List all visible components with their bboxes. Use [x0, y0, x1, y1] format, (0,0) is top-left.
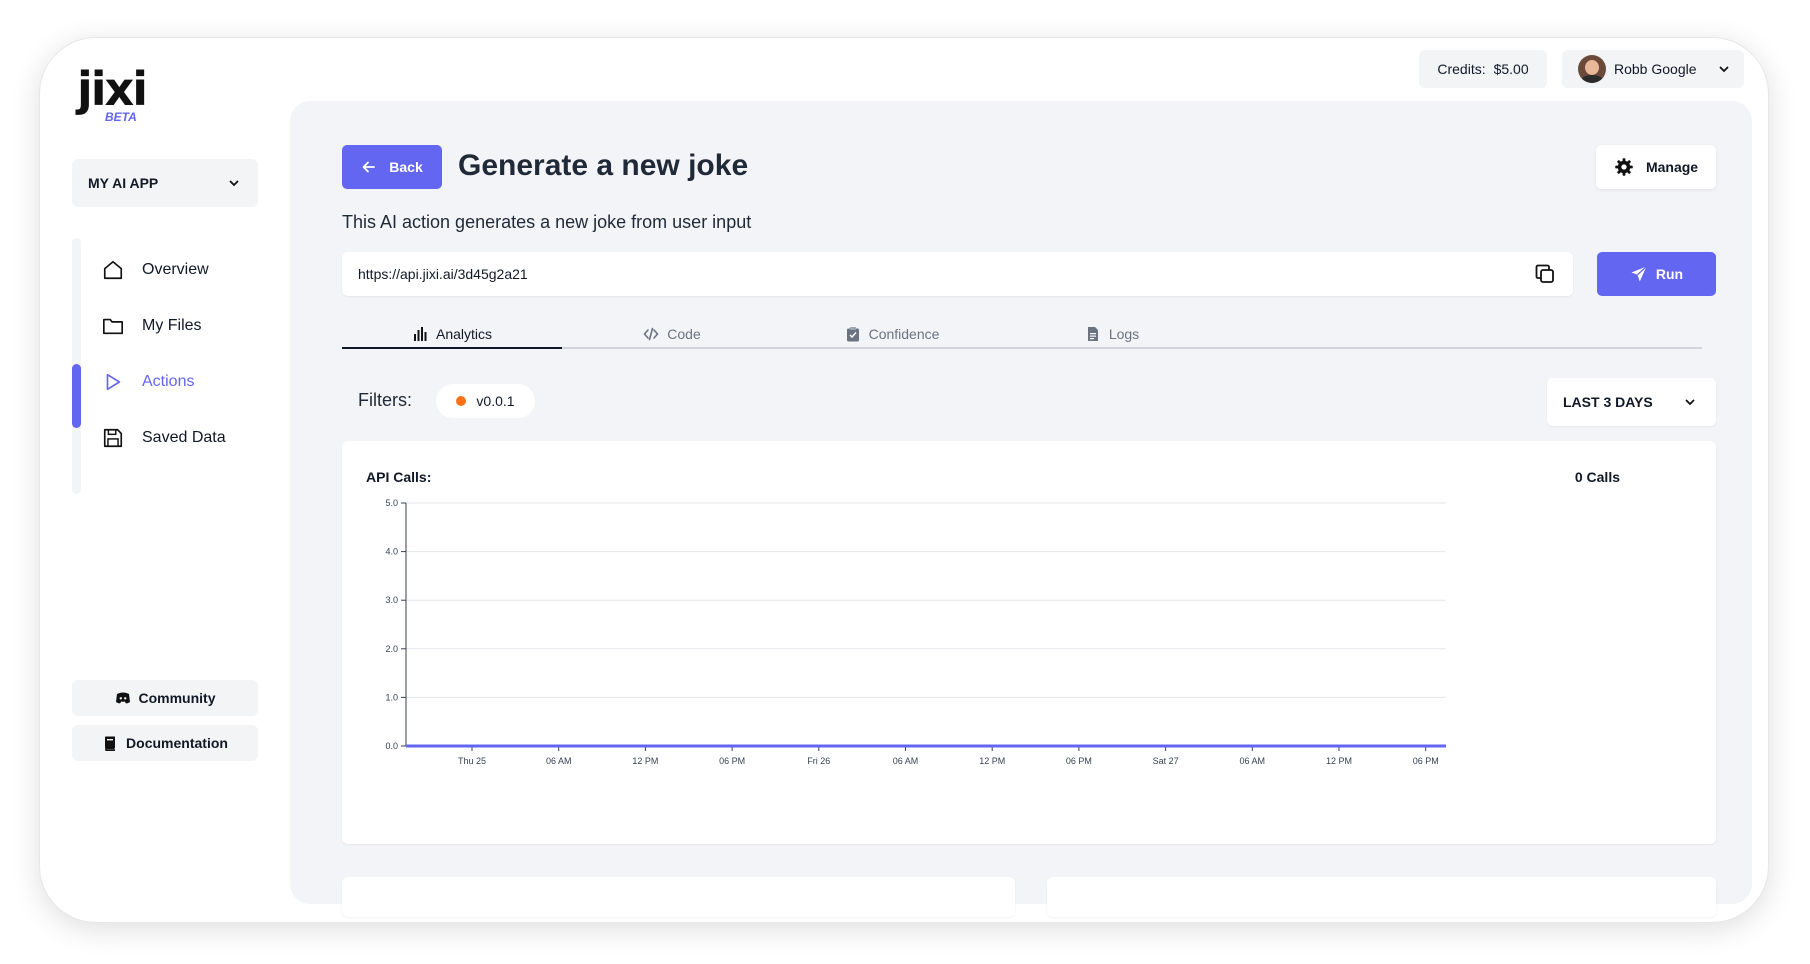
sidebar-item-saved-data[interactable]: Saved Data	[102, 418, 226, 458]
home-icon	[103, 260, 123, 280]
y-tick-label: 0.0	[385, 741, 398, 751]
x-tick-label: Thu 25	[458, 756, 486, 766]
active-tab-underline	[342, 347, 562, 349]
chart-plot: 5.0 4.0 3.0 2.0 1.0 0.0 Thu 25 06 AM 12 PM 06 PM F…	[385, 498, 1447, 766]
version-dot	[456, 396, 467, 406]
credits-value: $5.00	[1493, 61, 1529, 77]
copy-icon[interactable]	[1533, 262, 1557, 286]
version-label: v0.0.1	[476, 393, 515, 409]
sidebar-item-label: Overview	[142, 261, 209, 278]
sidebar-item-actions[interactable]: Actions	[102, 362, 194, 402]
credits-label: Credits:	[1437, 61, 1486, 77]
credits-badge: Credits: $5.00	[1419, 50, 1547, 88]
version-filter-chip[interactable]: v0.0.1	[436, 384, 535, 418]
y-tick-label: 1.0	[385, 692, 398, 702]
run-label: Run	[1655, 266, 1684, 282]
code-icon	[643, 327, 659, 341]
nav-active-indicator	[72, 364, 81, 428]
arrow-left-icon	[362, 161, 376, 173]
sidebar-item-overview[interactable]: Overview	[102, 250, 209, 290]
user-name: Robb Google	[1614, 61, 1697, 77]
chevron-down-icon	[1719, 66, 1729, 73]
sidebar-item-my-files[interactable]: My Files	[102, 306, 202, 346]
tab-analytics[interactable]: Analytics	[342, 319, 562, 349]
x-tick-label: Sat 27	[1153, 756, 1179, 766]
sidebar-item-label: Actions	[142, 373, 195, 390]
tab-logs[interactable]: Logs	[1002, 319, 1222, 349]
y-tick-label: 4.0	[385, 547, 398, 557]
clipboard-icon	[846, 327, 859, 342]
avatar	[1578, 55, 1606, 83]
documentation-label: Documentation	[126, 735, 228, 751]
tab-label: Logs	[1108, 326, 1140, 342]
app-selector-label: MY AI APP	[88, 175, 159, 191]
discord-icon	[115, 692, 130, 704]
x-tick-label: 12 PM	[632, 756, 658, 766]
sidebar-item-label: Saved Data	[142, 429, 226, 446]
x-tick-label: 06 AM	[1240, 756, 1266, 766]
save-icon	[103, 428, 123, 448]
x-tick-label: 06 PM	[1066, 756, 1092, 766]
community-button[interactable]: Community	[72, 680, 258, 716]
app-window: jixi BETA MY AI APP Overview My Files Ac…	[40, 38, 1768, 922]
api-calls-chart: API Calls: 0 Calls 5.0 4.0 3.0 2.0 1.0 0.0 Thu…	[342, 441, 1716, 844]
bottom-card-left	[342, 877, 1015, 917]
bottom-card-right	[1047, 877, 1716, 917]
back-label: Back	[389, 159, 423, 175]
app-selector[interactable]: MY AI APP	[72, 159, 258, 207]
tab-label: Confidence	[868, 326, 940, 342]
community-label: Community	[138, 690, 216, 706]
document-icon	[1087, 327, 1098, 341]
x-tick-label: Fri 26	[807, 756, 830, 766]
x-tick-label: 06 PM	[1413, 756, 1439, 766]
date-range-select[interactable]: LAST 3 DAYS	[1547, 378, 1716, 426]
page-title: Generate a new joke	[458, 149, 749, 182]
action-description: This AI action generates a new joke from…	[342, 212, 752, 232]
main-panel: Back Generate a new joke Manage This AI …	[290, 101, 1752, 917]
filters-label: Filters:	[358, 390, 412, 410]
endpoint-url: https://api.jixi.ai/3d45g2a21	[358, 266, 528, 282]
endpoint-url-field[interactable]: https://api.jixi.ai/3d45g2a21	[342, 252, 1573, 296]
chevron-down-icon	[1685, 399, 1695, 406]
gear-icon	[1615, 158, 1633, 176]
sidebar-item-label: My Files	[142, 317, 202, 334]
bar-chart-icon	[413, 327, 427, 341]
send-icon	[1631, 266, 1647, 282]
manage-label: Manage	[1645, 159, 1699, 175]
chevron-down-icon	[229, 180, 239, 187]
x-tick-label: 06 AM	[893, 756, 919, 766]
book-icon	[105, 736, 116, 751]
folder-icon	[103, 318, 123, 335]
back-button[interactable]: Back	[342, 145, 442, 189]
user-menu[interactable]: Robb Google	[1562, 50, 1744, 88]
documentation-button[interactable]: Documentation	[72, 725, 258, 761]
logo-wordmark: jixi	[77, 62, 148, 116]
tab-bar: Analytics Code Confidence Logs	[342, 319, 1702, 349]
tab-code[interactable]: Code	[562, 319, 782, 349]
jixi-logo[interactable]: jixi BETA	[77, 66, 157, 126]
tab-label: Analytics	[435, 326, 493, 342]
date-range-label: LAST 3 DAYS	[1563, 394, 1653, 410]
x-tick-label: 12 PM	[979, 756, 1005, 766]
tab-confidence[interactable]: Confidence	[782, 319, 1002, 349]
tab-label: Code	[667, 326, 701, 342]
y-tick-label: 5.0	[385, 498, 398, 508]
manage-button[interactable]: Manage	[1596, 145, 1716, 189]
y-tick-label: 3.0	[385, 595, 398, 605]
run-button[interactable]: Run	[1597, 252, 1716, 296]
play-icon	[106, 373, 121, 391]
beta-badge: BETA	[105, 110, 137, 124]
x-tick-label: 12 PM	[1326, 756, 1352, 766]
x-tick-label: 06 AM	[546, 756, 572, 766]
x-tick-label: 06 PM	[719, 756, 745, 766]
y-tick-label: 2.0	[385, 644, 398, 654]
